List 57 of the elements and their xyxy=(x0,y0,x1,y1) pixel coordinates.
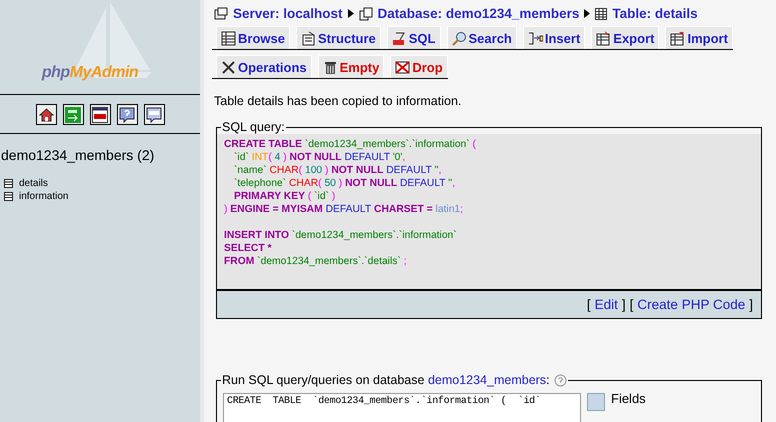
footer-link[interactable]: Edit xyxy=(594,297,618,312)
help-button[interactable] xyxy=(116,104,138,125)
logo: phpMyAdmin xyxy=(42,64,140,82)
table-link[interactable]: details xyxy=(4,177,200,190)
trash-icon xyxy=(322,60,338,75)
bracket: ] xyxy=(749,297,753,312)
arrow-icon xyxy=(584,9,590,18)
breadcrumb-link[interactable]: Server: localhost xyxy=(233,6,343,21)
tab[interactable]: Import xyxy=(665,26,733,49)
table-icon xyxy=(4,192,13,201)
table-link[interactable]: information xyxy=(4,190,200,203)
status-message: Table details has been copied to information. xyxy=(214,94,462,108)
exit-icon xyxy=(65,106,81,122)
structure-icon xyxy=(300,31,316,46)
tab[interactable]: Operations xyxy=(216,55,312,78)
help-icon xyxy=(119,106,135,122)
fields-label: Fields xyxy=(611,391,646,408)
sql-window-icon xyxy=(92,106,108,122)
tab[interactable]: Drop xyxy=(390,55,448,78)
table-icon xyxy=(4,179,13,188)
home-icon xyxy=(38,107,54,122)
server-icon xyxy=(214,6,228,20)
insert-icon xyxy=(528,31,543,46)
exit-button[interactable] xyxy=(62,104,84,125)
sql-window-button[interactable] xyxy=(90,104,110,125)
breadcrumb-link[interactable]: Database: demo1234_members xyxy=(378,6,580,21)
sql-query-button[interactable] xyxy=(144,104,164,125)
database-name[interactable]: demo1234_members (2) xyxy=(1,147,200,163)
sql-icon xyxy=(392,31,407,46)
tab[interactable]: SQL xyxy=(386,26,440,49)
home-button[interactable] xyxy=(36,104,56,125)
sql-code: CREATE TABLE `demo1234_members`.`information` ( `id` INT( 4 ) NOT NULL DEFAULT '0', `name` CHAR( 100 ) NOT NULL DEFAULT '', `telephone` CHAR( 50 ) NOT NULL DEFAULT '', PRIMARY KEY ( `id` ) ) ENGINE = MYISAM DEFAULT CHARSET = latin1; INSERT INTO `demo1234_members`.`information` SELECT * FROM `demo1234_members`.`details` ; xyxy=(217,134,761,291)
arrow-icon xyxy=(348,9,354,18)
panel-title: SQL query: xyxy=(222,120,285,134)
tab[interactable]: Structure xyxy=(296,26,381,49)
tab[interactable]: Insert xyxy=(522,26,586,49)
sql-query-icon xyxy=(146,106,162,122)
tab[interactable]: Browse xyxy=(216,26,290,49)
breadcrumb-link[interactable]: Table: details xyxy=(612,6,698,21)
table-icon xyxy=(221,31,236,46)
panel-title: Run SQL query/queries on database demo1234_members: xyxy=(222,373,550,387)
search-icon xyxy=(452,31,466,46)
tab[interactable]: Export xyxy=(591,26,660,49)
help-icon[interactable] xyxy=(554,374,567,386)
export-icon xyxy=(596,31,612,46)
database-icon xyxy=(358,6,373,20)
tab[interactable]: Empty xyxy=(318,55,384,78)
database-link[interactable]: demo1234_members xyxy=(428,373,546,387)
footer-link[interactable]: Create PHP Code xyxy=(637,297,746,312)
import-icon xyxy=(670,31,686,46)
bracket: [ xyxy=(586,297,591,312)
tab[interactable]: Search xyxy=(446,26,517,49)
table-icon xyxy=(595,8,608,20)
sql-query-field[interactable]: CREATE TABLE `demo1234_members`.`information` ( `id` xyxy=(223,393,581,422)
bracket: [ xyxy=(630,297,634,312)
drop-icon xyxy=(395,60,410,75)
bracket: ] xyxy=(622,297,626,312)
